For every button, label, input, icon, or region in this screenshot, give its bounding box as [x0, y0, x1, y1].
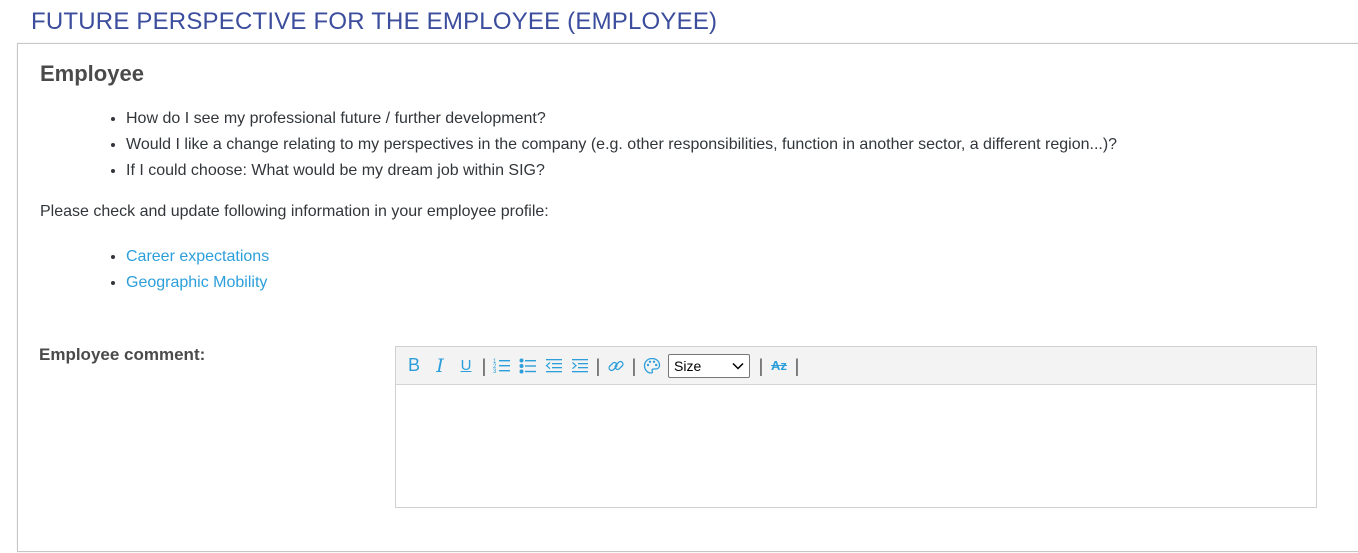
underline-icon: U — [460, 357, 472, 374]
geographic-mobility-link[interactable]: Geographic Mobility — [126, 274, 267, 291]
font-size-select[interactable]: Size — [668, 353, 750, 378]
question-item: Would I like a change relating to my per… — [126, 132, 1117, 158]
editor-toolbar: B I U | 1 2 3 | | Size | Az | — [396, 347, 1316, 385]
outdent-icon — [545, 358, 562, 372]
chevron-down-icon — [732, 362, 744, 370]
bold-button[interactable]: B — [401, 353, 427, 379]
section-title: FUTURE PERSPECTIVE FOR THE EMPLOYEE (EMP… — [31, 8, 718, 35]
ordered-list-icon: 1 2 3 — [493, 359, 510, 375]
clear-format-button[interactable]: Az — [766, 353, 792, 379]
question-item: If I could choose: What would be my drea… — [126, 158, 1117, 184]
indent-icon — [572, 358, 588, 372]
employee-panel: Employee How do I see my professional fu… — [17, 43, 1358, 552]
outdent-button[interactable] — [541, 353, 567, 379]
toolbar-separator: | — [595, 355, 601, 376]
italic-icon: I — [436, 354, 444, 377]
clear-format-icon: Az — [771, 358, 787, 373]
bullet-list-button[interactable] — [515, 353, 541, 379]
profile-link-list: Career expectations Geographic Mobility — [108, 244, 269, 296]
question-list: How do I see my professional future / fu… — [108, 106, 1117, 184]
panel-heading: Employee — [40, 61, 144, 86]
link-item: Geographic Mobility — [126, 270, 269, 296]
bullet-list-icon — [519, 358, 536, 373]
palette-icon — [643, 357, 661, 374]
link-item: Career expectations — [126, 244, 269, 270]
rich-text-editor: B I U | 1 2 3 | | Size | Az | — [395, 346, 1317, 508]
text-color-button[interactable] — [639, 353, 665, 379]
ordered-list-button[interactable]: 1 2 3 — [489, 353, 515, 379]
insert-link-button[interactable] — [603, 353, 629, 379]
bold-icon: B — [407, 355, 420, 375]
toolbar-separator: | — [794, 355, 800, 376]
link-icon — [608, 360, 624, 371]
svg-text:3: 3 — [493, 369, 497, 375]
career-expectations-link[interactable]: Career expectations — [126, 248, 269, 265]
question-item: How do I see my professional future / fu… — [126, 106, 1117, 132]
toolbar-separator: | — [631, 355, 637, 376]
font-size-value: Size — [674, 357, 702, 374]
toolbar-separator: | — [481, 355, 487, 376]
intro-text: Please check and update following inform… — [40, 203, 549, 220]
comment-text-area[interactable] — [396, 385, 1316, 507]
italic-button[interactable]: I — [427, 353, 453, 379]
employee-comment-label: Employee comment: — [39, 345, 206, 364]
underline-button[interactable]: U — [453, 353, 479, 379]
indent-button[interactable] — [567, 353, 593, 379]
toolbar-separator: | — [758, 355, 764, 376]
